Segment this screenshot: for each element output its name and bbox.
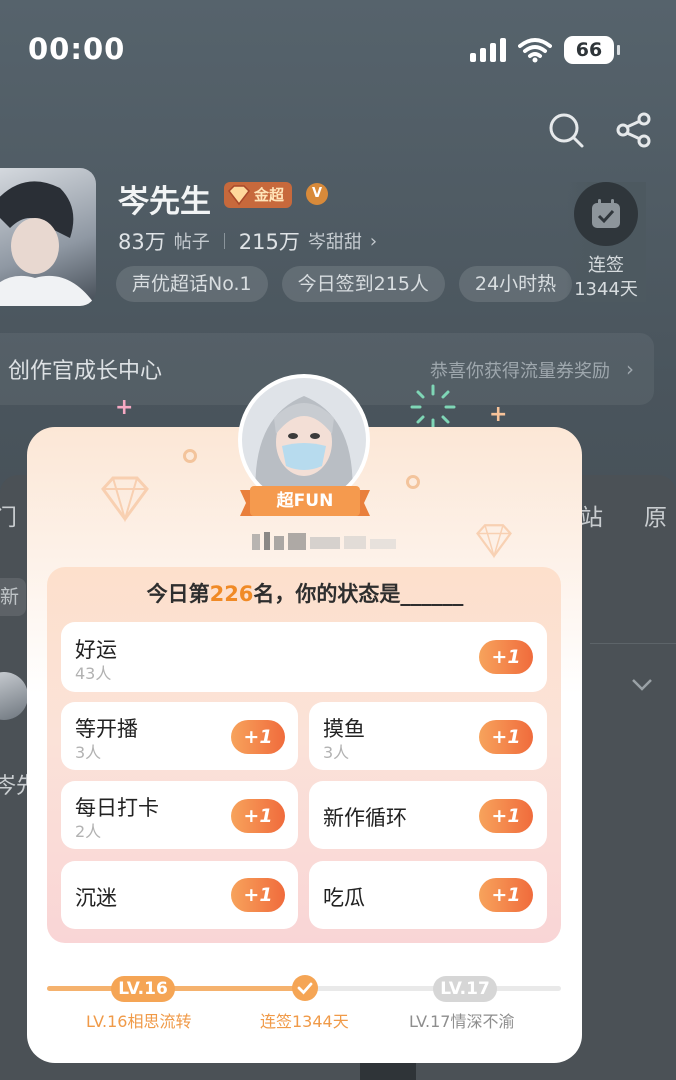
status-option[interactable]: 吃瓜 +1 [309, 861, 547, 929]
blurred-username [252, 532, 396, 550]
option-label: 新作循环 [323, 806, 407, 830]
profile-stats: 83万 帖子 215万 岑甜甜 › [118, 226, 377, 256]
rank-number: 226 [209, 582, 254, 606]
tag-chip[interactable]: 今日签到215人 [281, 266, 445, 302]
signal-icon [470, 38, 506, 62]
status-option[interactable]: 摸鱼 3人 +1 [309, 702, 547, 770]
sparkle-icon: + [115, 395, 134, 420]
gold-badge-label: 金超 [254, 186, 285, 204]
wifi-icon [518, 38, 552, 63]
plus-one-button[interactable]: +1 [231, 720, 285, 754]
bottom-strip [360, 1062, 416, 1080]
chevron-right-icon: › [369, 230, 378, 252]
rank-suffix: 名，你的状态是______ [253, 582, 464, 606]
next-level-pill: LV.17 [433, 976, 497, 1002]
divider [590, 643, 676, 644]
current-level-pill: LV.16 [111, 976, 175, 1002]
share-icon[interactable] [614, 110, 654, 150]
stats-divider [223, 233, 225, 249]
growth-reward: 恭喜你获得流量券奖励 [430, 361, 610, 382]
next-level-caption: LV.17情深不渝 [409, 1012, 515, 1031]
status-option[interactable]: 好运 43人 +1 [61, 622, 547, 692]
verified-icon: V [306, 183, 328, 205]
checkin-days: 1344天 [574, 279, 638, 300]
current-level-caption: LV.16相思流转 [86, 1012, 192, 1031]
ribbon-label: 超FUN [276, 491, 334, 511]
tab-partial-left[interactable]: 门 [0, 498, 17, 532]
checkin-days-caption: 连签1344天 [260, 1012, 349, 1031]
fans-link[interactable]: 岑甜甜 [308, 228, 362, 254]
battery-indicator: 66 [564, 36, 620, 64]
checkin-label: 连签 [588, 255, 624, 276]
option-label: 沉迷 [75, 886, 117, 910]
tab-partial-right[interactable]: 站 [580, 498, 603, 532]
calendar-icon-wrap [574, 182, 638, 246]
checkin-button[interactable]: 连签 1344天 [566, 182, 646, 302]
growth-title: 创作官成长中心 [8, 359, 163, 384]
option-count: 3人 [75, 743, 102, 762]
decoration-dot [183, 449, 197, 463]
status-option[interactable]: 沉迷 +1 [61, 861, 298, 929]
rank-prefix: 今日第 [146, 582, 210, 606]
status-option[interactable]: 新作循环 +1 [309, 781, 547, 849]
decoration-dot [406, 475, 420, 489]
plus-one-button[interactable]: +1 [479, 640, 533, 674]
search-icon[interactable] [546, 110, 586, 150]
level-progress-fill [47, 986, 304, 991]
posts-label: 帖子 [173, 232, 210, 253]
status-icons: 66 [470, 36, 620, 64]
diamond-decoration-icon [101, 476, 149, 523]
chevron-right-icon: › [626, 357, 634, 381]
option-label: 吃瓜 [323, 886, 365, 910]
status-bar: 00:00 66 [0, 0, 676, 100]
status-option[interactable]: 每日打卡 2人 +1 [61, 781, 298, 849]
status-option[interactable]: 等开播 3人 +1 [61, 702, 298, 770]
fans-count: 215万 [238, 230, 300, 254]
checkmark-icon [292, 975, 318, 1001]
rank-prompt: 今日第226名，你的状态是______ [0, 578, 610, 608]
tag-row: 声优超话No.1 今日签到215人 24小时热 [116, 266, 573, 302]
posts-count: 83万 [118, 230, 166, 254]
option-count: 43人 [75, 664, 112, 683]
option-count: 3人 [323, 743, 350, 762]
plus-one-button[interactable]: +1 [479, 878, 533, 912]
plus-one-button[interactable]: +1 [231, 878, 285, 912]
tab-partial-right[interactable]: 原 [644, 498, 667, 532]
calendar-icon [592, 199, 620, 228]
gold-badge: 金超 [224, 182, 293, 208]
community-name: 岑先生 [118, 184, 211, 220]
avatar-image [242, 378, 366, 502]
diamond-decoration-icon [476, 524, 512, 559]
diamond-level-icon [228, 185, 250, 206]
chevron-down-icon[interactable] [628, 670, 656, 698]
plus-one-button[interactable]: +1 [479, 799, 533, 833]
top-actions [546, 110, 654, 150]
sparkle-icon: + [489, 402, 508, 427]
status-time: 00:00 [28, 32, 126, 66]
burst-icon [410, 384, 456, 430]
option-count: 2人 [75, 822, 102, 841]
tag-chip[interactable]: 24小时热 [458, 266, 573, 302]
community-avatar[interactable] [0, 168, 96, 306]
tag-chip[interactable]: 声优超话No.1 [116, 266, 268, 302]
plus-one-button[interactable]: +1 [231, 799, 285, 833]
plus-one-button[interactable]: +1 [479, 720, 533, 754]
